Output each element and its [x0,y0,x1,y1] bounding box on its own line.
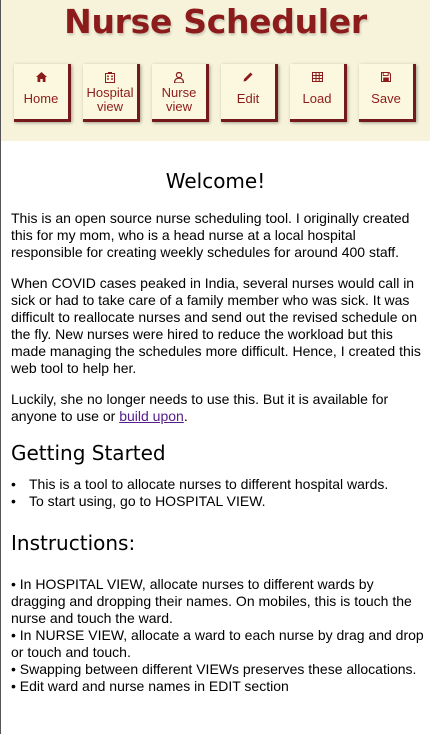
app-header: Nurse Scheduler Home Hospital view Nurse… [1,0,430,141]
home-button-label: Home [23,91,59,106]
hospital-view-label-line2: view [96,99,123,114]
build-upon-link[interactable]: build upon [119,408,184,424]
table-icon [290,72,344,84]
instructions-heading: Instructions: [11,531,136,555]
intro-paragraph: This is an open source nurse scheduling … [11,210,410,260]
nurse-view-button[interactable]: Nurse view [152,64,209,122]
save-button[interactable]: Save [359,64,416,122]
pencil-icon [221,72,275,84]
instructions-list: • In HOSPITAL VIEW, allocate nurses to d… [11,576,430,695]
list-item: This is a tool to allocate nurses to dif… [11,476,430,493]
nurse-view-label-line2: view [165,99,192,114]
nurse-icon [152,72,206,84]
load-button-label: Load [302,91,332,106]
availability-text-end: . [183,408,188,424]
list-item: To start using, go to HOSPITAL VIEW. [11,493,430,510]
availability-text: Luckily, she no longer needs to use this… [11,391,389,424]
save-button-label: Save [371,91,401,106]
nurse-view-label-line1: Nurse [161,85,197,100]
getting-started-heading: Getting Started [11,441,166,465]
hospital-view-button[interactable]: Hospital view [83,64,140,122]
hospital-icon [83,72,137,84]
list-item: • Edit ward and nurse names in EDIT sect… [11,678,289,694]
edit-button[interactable]: Edit [221,64,278,122]
edit-button-label: Edit [236,91,260,106]
main-content: Welcome! This is an open source nurse sc… [1,169,430,695]
home-icon [14,72,68,84]
hospital-view-label-line1: Hospital [86,85,134,100]
home-button[interactable]: Home [14,64,71,122]
load-button[interactable]: Load [290,64,347,122]
availability-paragraph: Luckily, she no longer needs to use this… [11,391,430,425]
getting-started-list: This is a tool to allocate nurses to dif… [11,476,430,510]
covid-paragraph: When COVID cases peaked in India, severa… [11,275,421,376]
nav-bar: Home Hospital view Nurse view Edit Load … [1,64,430,122]
welcome-heading: Welcome! [165,169,266,193]
list-item: • In HOSPITAL VIEW, allocate nurses to d… [11,576,412,626]
floppy-disk-icon [359,72,413,84]
app-title: Nurse Scheduler [64,2,367,41]
list-item: • Swapping between different VIEWs prese… [11,661,417,677]
list-item: • In NURSE VIEW, allocate a ward to each… [11,627,424,660]
